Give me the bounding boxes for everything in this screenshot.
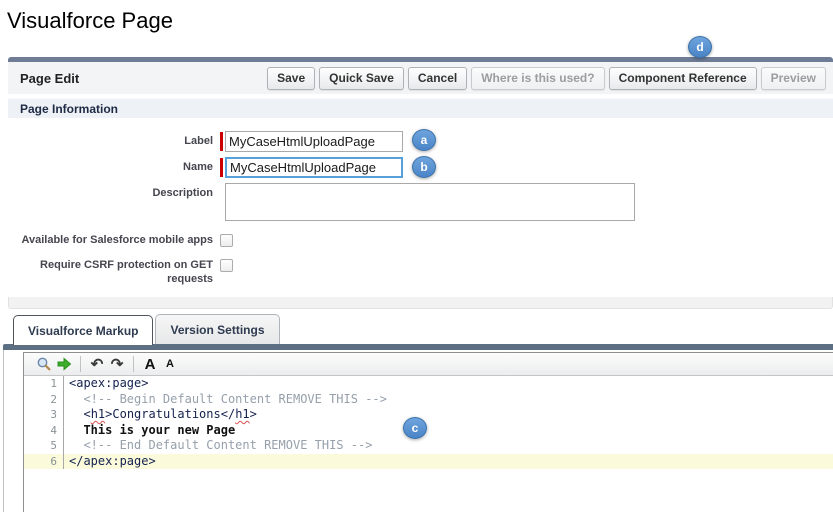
- markup-tabs-section: Visualforce MarkupVersion Settings ↶↷ AA …: [3, 310, 833, 512]
- spellcheck-squiggle: h1: [235, 407, 249, 421]
- cancel-button[interactable]: Cancel: [408, 67, 467, 90]
- annotation-badge-c: c: [403, 417, 427, 439]
- code-text: <apex:page>: [64, 376, 148, 392]
- line-number: 5: [24, 438, 64, 454]
- annotation-badge-d: d: [688, 36, 712, 58]
- preview-button: Preview: [761, 67, 826, 90]
- line-number: 6: [24, 454, 64, 470]
- panel-footer: [8, 297, 833, 309]
- where-is-this-used-button: Where is this used?: [471, 67, 604, 90]
- search-icon[interactable]: [34, 354, 54, 374]
- quick-save-button[interactable]: Quick Save: [319, 67, 404, 90]
- csrf-row: Require CSRF protection on GET requests: [8, 255, 833, 287]
- spellcheck-squiggle: h1: [91, 407, 105, 421]
- panel-header: Page Edit SaveQuick SaveCancelWhere is t…: [8, 62, 833, 94]
- name-field-label: Name: [8, 157, 213, 178]
- code-line[interactable]: 1<apex:page>: [24, 376, 833, 392]
- required-indicator: [220, 132, 223, 151]
- name-input[interactable]: [225, 157, 403, 178]
- code-line[interactable]: 5 <!-- End Default Content REMOVE THIS -…: [24, 438, 833, 454]
- code-text: This is your new Page: [64, 423, 235, 439]
- annotation-badge-a: a: [412, 129, 436, 151]
- toolbar-divider: [80, 356, 81, 372]
- section-header: Page Information: [8, 98, 833, 118]
- label-field-label: Label: [8, 131, 213, 152]
- line-number: 1: [24, 376, 64, 392]
- line-number: 2: [24, 392, 64, 408]
- go-icon[interactable]: [54, 354, 74, 374]
- redo-icon[interactable]: ↷: [107, 354, 127, 374]
- description-field-row: Description: [8, 183, 833, 221]
- code-line[interactable]: 3 <h1>Congratulations</h1>: [24, 407, 833, 423]
- csrf-label: Require CSRF protection on GET requests: [8, 255, 213, 287]
- code-line[interactable]: 2 <!-- Begin Default Content REMOVE THIS…: [24, 392, 833, 408]
- line-number: 3: [24, 407, 64, 423]
- code-line[interactable]: 6</apex:page>: [24, 454, 833, 470]
- tab-visualforce-markup[interactable]: Visualforce Markup: [13, 315, 153, 345]
- mobile-apps-label: Available for Salesforce mobile apps: [8, 230, 213, 248]
- editor-toolbar: ↶↷ AA: [24, 353, 833, 376]
- page-title: Visualforce Page: [7, 8, 173, 34]
- description-field-label: Description: [8, 183, 213, 221]
- code-text: </apex:page>: [64, 454, 156, 470]
- tab-row: Visualforce MarkupVersion Settings: [3, 310, 833, 344]
- mobile-apps-row: Available for Salesforce mobile apps: [8, 230, 833, 248]
- font-decrease-icon[interactable]: A: [160, 354, 180, 374]
- description-textarea[interactable]: [225, 183, 635, 221]
- save-button[interactable]: Save: [267, 67, 315, 90]
- code-text: <!-- End Default Content REMOVE THIS -->: [64, 438, 372, 454]
- code-text: <h1>Congratulations</h1>: [64, 407, 257, 423]
- page-edit-panel: Page Edit SaveQuick SaveCancelWhere is t…: [8, 57, 833, 309]
- action-button-row: SaveQuick SaveCancelWhere is this used?C…: [267, 67, 829, 90]
- undo-icon[interactable]: ↶: [87, 354, 107, 374]
- code-line[interactable]: 4 This is your new Page: [24, 423, 833, 439]
- toolbar-divider: [133, 356, 134, 372]
- component-reference-button[interactable]: Component Reference: [609, 67, 757, 90]
- panel-header-title: Page Edit: [20, 71, 79, 86]
- mobile-apps-checkbox[interactable]: [220, 234, 233, 247]
- required-indicator: [220, 158, 223, 177]
- csrf-checkbox[interactable]: [220, 259, 233, 272]
- label-input[interactable]: [225, 131, 403, 152]
- tab-version-settings[interactable]: Version Settings: [155, 314, 279, 344]
- font-increase-icon[interactable]: A: [140, 354, 160, 374]
- gutter-filler: [24, 469, 64, 512]
- code-area[interactable]: 1<apex:page>2 <!-- Begin Default Content…: [24, 376, 833, 512]
- code-empty-area[interactable]: [24, 469, 833, 512]
- code-editor: ↶↷ AA 1<apex:page>2 <!-- Begin Default Co…: [23, 352, 833, 512]
- annotation-badge-b: b: [412, 156, 436, 178]
- line-number: 4: [24, 423, 64, 439]
- code-text: <!-- Begin Default Content REMOVE THIS -…: [64, 392, 387, 408]
